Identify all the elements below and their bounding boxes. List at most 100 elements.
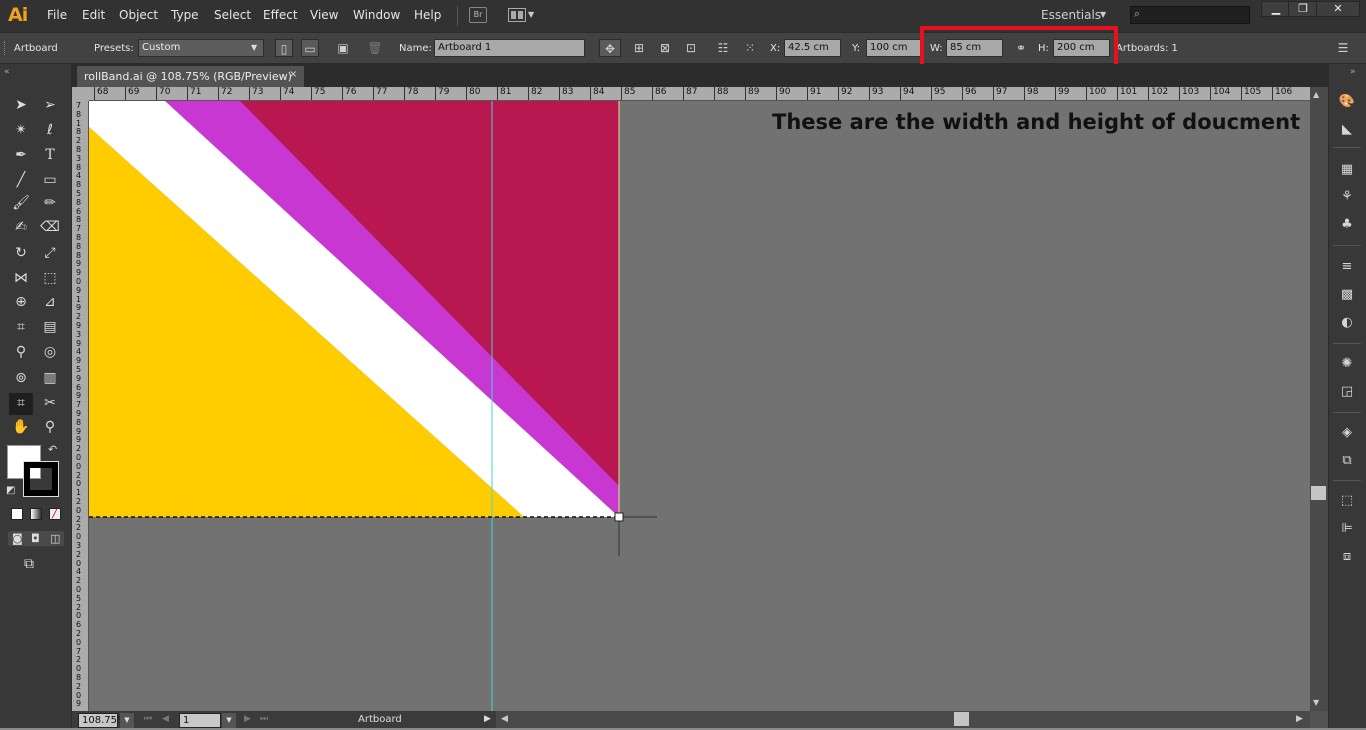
pencil-tool-icon[interactable]: ✏ xyxy=(40,193,60,213)
artboard-tool-icon[interactable]: ⌗ xyxy=(9,393,33,415)
landscape-orientation-icon[interactable]: ▭ xyxy=(301,39,319,57)
show-video-safe-areas-icon[interactable]: ⊡ xyxy=(682,39,700,57)
paintbrush-tool-icon[interactable]: 🖌 xyxy=(11,193,31,213)
color-panel-icon[interactable]: 🎨 xyxy=(1337,93,1357,111)
brushes-icon[interactable]: ⚘ xyxy=(1337,188,1357,206)
artboard-options-icon[interactable]: ☷ xyxy=(714,39,732,57)
chevron-down-icon[interactable]: ▼ xyxy=(222,713,236,728)
last-artboard-icon[interactable]: ⏭ xyxy=(260,714,268,724)
artboard-number-field[interactable]: 1 xyxy=(179,713,221,728)
menu-file[interactable]: File xyxy=(47,8,67,22)
gradient-mode-icon[interactable] xyxy=(30,508,42,520)
restore-button[interactable]: ❐ xyxy=(1288,1,1318,17)
gradient-panel-icon[interactable]: ▩ xyxy=(1337,286,1357,304)
status-menu-icon[interactable]: ▶ xyxy=(484,714,491,724)
expand-panels-icon[interactable]: » xyxy=(1350,67,1356,77)
menu-edit[interactable]: Edit xyxy=(82,8,105,22)
zoom-level-field[interactable]: 108.75% xyxy=(78,713,127,728)
menu-effect[interactable]: Effect xyxy=(263,8,298,22)
color-mode-icon[interactable] xyxy=(11,508,23,520)
grip-handle[interactable] xyxy=(4,41,7,55)
x-input[interactable]: 42.5 cm xyxy=(784,39,841,57)
width-tool-icon[interactable]: ⋈ xyxy=(11,268,31,288)
chevron-down-icon[interactable]: ▼ xyxy=(120,713,134,728)
presets-dropdown[interactable]: Custom xyxy=(138,39,264,57)
color-guide-icon[interactable]: ◣ xyxy=(1337,121,1357,139)
draw-inside-icon[interactable]: ◫ xyxy=(50,532,60,545)
appearance-icon[interactable]: ✺ xyxy=(1337,355,1357,373)
minimize-button[interactable]: ▁ xyxy=(1261,1,1291,17)
slice-tool-icon[interactable]: ✂ xyxy=(40,393,60,413)
show-cross-hairs-icon[interactable]: ⊠ xyxy=(656,39,674,57)
scroll-right-icon[interactable]: ▶ xyxy=(1296,714,1303,724)
eyedropper-tool-icon[interactable]: ⚲ xyxy=(11,342,31,362)
show-center-mark-icon[interactable]: ⊞ xyxy=(630,39,648,57)
delete-artboard-icon[interactable]: 🗑 xyxy=(366,39,384,57)
chevron-down-icon[interactable]: ▼ xyxy=(1100,10,1106,19)
menu-window[interactable]: Window xyxy=(353,8,400,22)
help-search-input[interactable] xyxy=(1130,6,1250,24)
symbol-sprayer-tool-icon[interactable]: ⊚ xyxy=(11,368,31,388)
close-window-button[interactable]: ✕ xyxy=(1316,1,1360,17)
horizontal-ruler[interactable]: 68 69 70 71 72 73 74 75 76 77 78 79 80 81 82 83 84 85 86 87… xyxy=(89,87,1310,101)
symbols-icon[interactable]: ♣ xyxy=(1337,216,1357,234)
next-artboard-icon[interactable]: ▶ xyxy=(244,714,251,724)
pen-tool-icon[interactable]: ✒ xyxy=(11,145,31,165)
scroll-down-icon[interactable]: ▼ xyxy=(1313,698,1319,707)
rectangle-tool-icon[interactable]: ▭ xyxy=(40,170,60,190)
transparency-icon[interactable]: ◐ xyxy=(1337,314,1357,332)
free-transform-tool-icon[interactable]: ⬚ xyxy=(40,268,60,288)
menu-select[interactable]: Select xyxy=(214,8,251,22)
new-artboard-icon[interactable]: ▣ xyxy=(334,39,352,57)
menu-object[interactable]: Object xyxy=(119,8,158,22)
default-colors-icon[interactable]: ◩ xyxy=(6,485,15,496)
bridge-button[interactable]: Br xyxy=(469,7,487,23)
vertical-scrollbar[interactable] xyxy=(1310,87,1328,711)
vertical-ruler[interactable]: 7818283848586878889909192939495969798992… xyxy=(72,101,89,711)
scroll-up-icon[interactable]: ▲ xyxy=(1313,90,1319,99)
stroke-panel-icon[interactable]: ≡ xyxy=(1337,258,1357,276)
scroll-left-icon[interactable]: ◀ xyxy=(501,714,508,724)
gradient-tool-icon[interactable]: ▤ xyxy=(40,317,60,337)
menu-view[interactable]: View xyxy=(310,8,338,22)
canvas[interactable] xyxy=(89,101,1310,711)
align-panel-icon[interactable]: ⊫ xyxy=(1337,520,1357,538)
rotate-tool-icon[interactable]: ↻ xyxy=(11,243,31,263)
perspective-grid-tool-icon[interactable]: ⊿ xyxy=(40,292,60,312)
scale-tool-icon[interactable]: ⤢ xyxy=(40,243,60,263)
draw-normal-icon[interactable]: ◙ xyxy=(12,532,23,545)
previous-artboard-icon[interactable]: ◀ xyxy=(162,714,169,724)
artboards-panel-icon[interactable]: ⧉ xyxy=(1337,452,1357,470)
selection-tool-icon[interactable]: ➤ xyxy=(11,95,31,115)
first-artboard-icon[interactable]: ⏮ xyxy=(144,714,152,724)
stroke-color-swatch[interactable] xyxy=(23,461,59,497)
horizontal-scrollbar[interactable] xyxy=(496,711,1310,728)
pathfinder-icon[interactable]: ⧈ xyxy=(1337,548,1357,566)
portrait-orientation-icon[interactable]: ▯ xyxy=(275,39,293,57)
shape-builder-tool-icon[interactable]: ⊕ xyxy=(11,292,31,312)
control-panel-menu-icon[interactable]: ☰ xyxy=(1334,39,1352,57)
chevron-down-icon[interactable]: ▼ xyxy=(528,10,534,19)
screen-mode-icon[interactable]: ⧉ xyxy=(24,556,34,572)
move-copy-artwork-icon[interactable]: ✥ xyxy=(599,39,621,57)
type-tool-icon[interactable]: T xyxy=(40,145,60,165)
close-tab-icon[interactable]: × xyxy=(289,69,297,80)
layers-icon[interactable]: ◈ xyxy=(1337,424,1357,442)
none-mode-icon[interactable]: ╱ xyxy=(49,508,61,520)
menu-type[interactable]: Type xyxy=(171,8,199,22)
menu-help[interactable]: Help xyxy=(414,8,441,22)
blob-brush-tool-icon[interactable]: ✍ xyxy=(11,217,31,237)
mesh-tool-icon[interactable]: ⌗ xyxy=(11,317,31,337)
magic-wand-tool-icon[interactable]: ✴ xyxy=(11,120,31,140)
lasso-tool-icon[interactable]: ℓ xyxy=(40,120,60,140)
transform-panel-icon[interactable]: ⬚ xyxy=(1337,492,1357,510)
collapse-panel-icon[interactable]: « xyxy=(4,67,10,77)
column-graph-tool-icon[interactable]: ▥ xyxy=(40,368,60,388)
artboard-handle[interactable] xyxy=(614,512,624,522)
line-segment-tool-icon[interactable]: ╱ xyxy=(11,170,31,190)
vertical-scroll-thumb[interactable] xyxy=(1311,486,1326,500)
swap-colors-icon[interactable]: ↶ xyxy=(48,443,57,456)
draw-behind-icon[interactable]: ◘ xyxy=(31,532,40,545)
chevron-down-icon[interactable]: ▼ xyxy=(251,43,257,52)
eraser-tool-icon[interactable]: ⌫ xyxy=(40,217,60,237)
